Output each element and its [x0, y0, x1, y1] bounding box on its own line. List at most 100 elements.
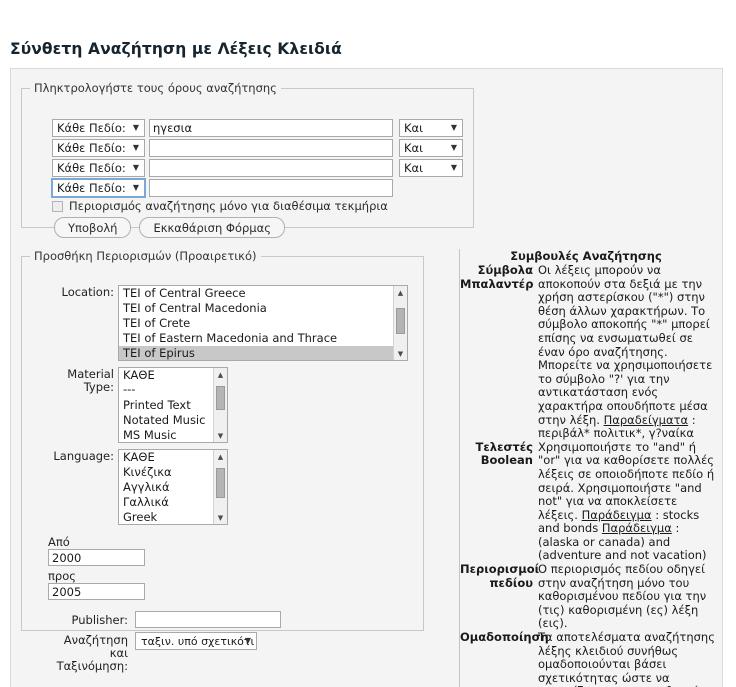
tip-wildcards-term: Σύμβολα Μπαλαντέρ [460, 263, 538, 291]
scrollbar-thumb[interactable] [216, 386, 225, 410]
publisher-input[interactable] [135, 611, 281, 628]
form-buttons: Υποβολή Εκκαθάριση Φόρμας [54, 217, 285, 238]
location-listbox[interactable]: TEI of Central Greece TEI of Central Mac… [118, 285, 408, 361]
sort-select[interactable]: ταξιν. υπό σχετικότι ▼ [135, 632, 257, 650]
list-item[interactable]: TEI of Central Greece [119, 286, 393, 301]
field-select-2[interactable]: Κάθε Πεδίο: ▼ [52, 139, 145, 157]
list-item[interactable]: Notated Music [119, 413, 213, 428]
scrollbar-thumb[interactable] [396, 308, 405, 334]
sort-label: Αναζήτηση και Ταξινόμηση: [44, 634, 128, 673]
tip-grouping-term: Ομαδοποίηση [460, 630, 549, 645]
sort-select-label: ταξιν. υπό σχετικότι [141, 634, 255, 648]
list-item-selected[interactable]: TEI of Epirus [119, 346, 393, 360]
field-select-2-label: Κάθε Πεδίο: [57, 141, 126, 155]
operator-select-3[interactable]: Και ▼ [399, 159, 463, 177]
language-listbox[interactable]: ΚΑΘΕ Κινέζικα Αγγλικά Γαλλικά Greek ▲ ▼ [118, 449, 228, 525]
tip-example-label[interactable]: Παράδειγμα [582, 508, 652, 522]
date-to-input[interactable] [48, 583, 145, 600]
scroll-down-icon[interactable]: ▼ [214, 511, 227, 524]
material-type-scrollbar[interactable]: ▲ ▼ [213, 368, 227, 442]
advanced-keyword-search-page: Σύνθετη Αναζήτηση με Λέξεις Κλειδιά Πληκ… [0, 0, 736, 687]
tip-term-line1: Τελεστές [475, 439, 533, 454]
language-label: Language: [53, 449, 114, 463]
list-item[interactable]: ΚΑΘΕ [119, 368, 213, 383]
scroll-down-icon[interactable]: ▼ [394, 347, 407, 360]
location-scrollbar[interactable]: ▲ ▼ [393, 286, 407, 360]
tip-grouping: Ομαδοποίηση Τα αποτελέσματα αναζήτησης λ… [460, 630, 724, 687]
tip-field-limits-term: Περιορισμοί πεδίου [460, 562, 540, 590]
list-item[interactable]: Κινέζικα [119, 465, 213, 480]
scroll-up-icon[interactable]: ▲ [214, 450, 227, 463]
availability-checkbox-label: Περιορισμός αναζήτησης μόνο για διαθέσιμ… [69, 199, 388, 213]
tip-term-line2: Boolean [480, 453, 533, 468]
form-panel: Πληκτρολογήστε τους όρους αναζήτησης Κάθ… [10, 68, 723, 687]
chevron-down-icon: ▼ [132, 163, 139, 172]
search-term-input-4[interactable] [149, 179, 393, 197]
list-item[interactable]: TEI of Central Macedonia [119, 301, 393, 316]
page-title: Σύνθετη Αναζήτηση με Λέξεις Κλειδιά [10, 40, 342, 58]
chevron-down-icon: ▼ [450, 143, 457, 152]
availability-checkbox-row[interactable]: Περιορισμός αναζήτησης μόνο για διαθέσιμ… [52, 199, 388, 213]
material-type-label-line2: Type: [83, 380, 114, 394]
search-term-input-1[interactable] [149, 119, 393, 137]
tip-wildcards-desc: Οι λέξεις μπορούν να αποκοπούν στα δεξιά… [538, 263, 716, 441]
clear-form-button[interactable]: Εκκαθάριση Φόρμας [139, 217, 285, 238]
date-from-label: Από [48, 535, 70, 549]
tip-field-limits-desc: Ο περιορισμός πεδίου οδηγεί στην αναζήτη… [538, 562, 707, 631]
search-terms-fieldset: Πληκτρολογήστε τους όρους αναζήτησης Κάθ… [21, 81, 474, 238]
list-item[interactable]: Γαλλικά [119, 495, 213, 510]
operator-select-2-label: Και [404, 141, 424, 155]
tip-boolean: Τελεστές Boolean Χρησιμοποιήστε το "and"… [460, 439, 724, 563]
chevron-down-icon: ▼ [450, 163, 457, 172]
list-item[interactable]: Greek [119, 510, 213, 524]
list-item[interactable]: MS Music [119, 428, 213, 442]
location-label: Location: [61, 285, 114, 299]
material-type-row: Material Type: ΚΑΘΕ --- Printed Text Not… [34, 367, 228, 443]
search-term-input-2[interactable] [149, 139, 393, 157]
date-from-input[interactable] [48, 549, 145, 566]
tip-term-line1: Περιορισμοί [460, 562, 540, 577]
search-tips-title: Συμβουλές Αναζήτησης [510, 249, 662, 263]
chevron-down-icon: ▼ [244, 636, 251, 645]
tip-grouping-desc: Τα αποτελέσματα αναζήτησης λέξης κλειδιο… [538, 630, 715, 687]
tip-wildcards: Σύμβολα Μπαλαντέρ Οι λέξεις μπορούν να α… [460, 263, 724, 441]
field-select-4[interactable]: Κάθε Πεδίο: ▼ [51, 178, 146, 198]
search-row: Κάθε Πεδίο: ▼ [51, 178, 463, 198]
list-item[interactable]: TEI of Crete [119, 316, 393, 331]
location-row: Location: TEI of Central Greece TEI of C… [34, 285, 408, 361]
list-item[interactable]: ΚΑΘΕ [119, 450, 213, 465]
field-select-1-label: Κάθε Πεδίο: [57, 121, 126, 135]
list-item[interactable]: --- [119, 383, 213, 398]
list-item[interactable]: TEI of Eastern Macedonia and Thrace [119, 331, 393, 346]
search-row: Κάθε Πεδίο: ▼ Και ▼ [52, 159, 463, 177]
field-select-1[interactable]: Κάθε Πεδίο: ▼ [52, 119, 145, 137]
scroll-up-icon[interactable]: ▲ [394, 286, 407, 299]
search-terms-legend: Πληκτρολογήστε τους όρους αναζήτησης [34, 81, 277, 95]
submit-button[interactable]: Υποβολή [54, 217, 132, 238]
operator-select-2[interactable]: Και ▼ [399, 139, 463, 157]
search-rows: Κάθε Πεδίο: ▼ Και ▼ Κάθε Πεδίο: ▼ [51, 119, 463, 199]
language-scrollbar[interactable]: ▲ ▼ [213, 450, 227, 524]
limits-fieldset: Προσθήκη Περιορισμών (Προαιρετικό) Locat… [21, 249, 424, 673]
scrollbar-thumb[interactable] [216, 468, 225, 498]
availability-checkbox[interactable] [52, 200, 63, 212]
field-select-3[interactable]: Κάθε Πεδίο: ▼ [52, 159, 145, 177]
scroll-down-icon[interactable]: ▼ [214, 429, 227, 442]
operator-select-1-label: Και [404, 121, 424, 135]
field-select-4-label: Κάθε Πεδίο: [57, 181, 126, 195]
tip-term-line2: πεδίου [489, 575, 533, 590]
scroll-up-icon[interactable]: ▲ [214, 368, 227, 381]
chevron-down-icon: ▼ [132, 143, 139, 152]
operator-select-3-label: Και [404, 161, 424, 175]
search-term-input-3[interactable] [149, 159, 393, 177]
tip-example-label-2[interactable]: Παράδειγμα [602, 521, 672, 535]
operator-select-1[interactable]: Και ▼ [399, 119, 463, 137]
tip-term-line1: Σύμβολα [477, 263, 533, 277]
list-item[interactable]: Printed Text [119, 398, 213, 413]
list-item[interactable]: Αγγλικά [119, 480, 213, 495]
tip-example-label[interactable]: Παραδείγματα [604, 413, 688, 427]
search-row: Κάθε Πεδίο: ▼ Και ▼ [52, 119, 463, 137]
tip-body: Οι λέξεις μπορούν να αποκοπούν στα δεξιά… [538, 263, 713, 427]
material-type-listbox[interactable]: ΚΑΘΕ --- Printed Text Notated Music MS M… [118, 367, 228, 443]
tip-term-line2: Μπαλαντέρ [460, 276, 534, 291]
